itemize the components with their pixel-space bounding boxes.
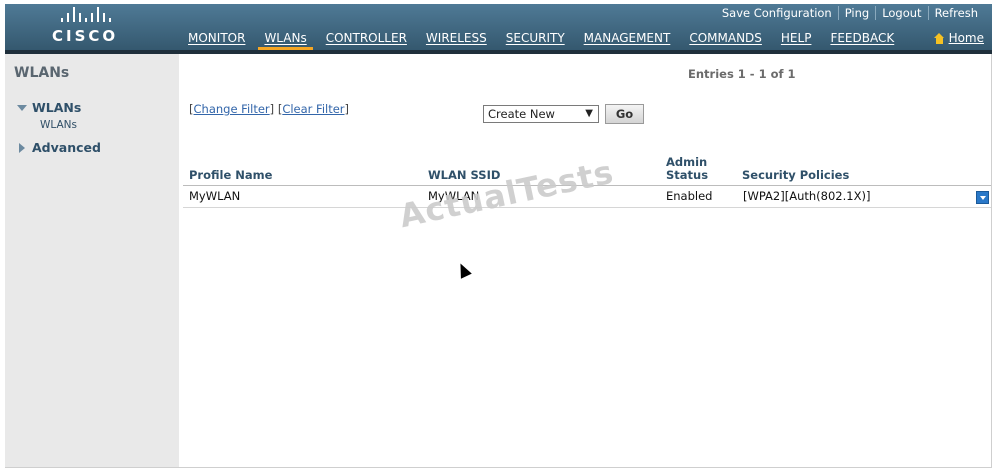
sidebar-title: WLANs — [14, 65, 70, 81]
cisco-bars-icon — [52, 7, 132, 22]
row-dropdown-icon[interactable] — [976, 191, 989, 204]
expand-triangle-icon — [17, 104, 27, 111]
filter-links: [Change Filter] [Clear Filter] — [189, 102, 350, 116]
create-new-select[interactable]: Create New ▼ — [483, 105, 599, 123]
top-links: Save Configuration Ping Logout Refresh — [716, 6, 984, 20]
logo-text: CISCO — [52, 27, 119, 45]
home-link[interactable]: Home — [933, 31, 984, 45]
logout-link[interactable]: Logout — [876, 6, 927, 20]
change-filter-link[interactable]: Change Filter — [194, 102, 270, 116]
frame-border — [5, 467, 992, 468]
mouse-cursor-icon — [455, 260, 472, 279]
entries-count: Entries 1 - 1 of 1 — [688, 67, 796, 81]
home-icon — [933, 32, 945, 44]
cell-admin-status: Enabled — [666, 189, 713, 203]
clear-filter-link[interactable]: Clear Filter — [282, 102, 344, 116]
go-button[interactable]: Go — [605, 104, 644, 124]
nav-help[interactable]: HELP — [781, 31, 812, 50]
nav-wlans[interactable]: WLANs — [258, 31, 313, 50]
ping-link[interactable]: Ping — [839, 6, 875, 20]
nav-commands[interactable]: COMMANDS — [689, 31, 762, 50]
select-value: Create New — [488, 107, 555, 121]
nav-feedback[interactable]: FEEDBACK — [830, 31, 894, 50]
sidebar-item-wlans[interactable]: WLANs — [40, 119, 77, 131]
nav-monitor[interactable]: MONITOR — [188, 31, 245, 50]
collapse-triangle-icon — [19, 142, 25, 153]
sidebar-group-advanced[interactable]: Advanced — [19, 140, 101, 155]
nav-controller[interactable]: CONTROLLER — [326, 31, 407, 50]
home-label: Home — [948, 31, 984, 45]
cell-security-policies: [WPA2][Auth(802.1X)] — [743, 189, 871, 203]
column-status: Status — [666, 168, 709, 182]
main-nav: MONITOR WLANs CONTROLLER WIRELESS SECURI… — [188, 31, 913, 50]
nav-management[interactable]: MANAGEMENT — [584, 31, 671, 50]
table-row-divider — [183, 207, 991, 208]
sidebar-group-wlans[interactable]: WLANs — [17, 100, 81, 115]
watermark: ActualTests — [396, 152, 618, 236]
cisco-logo: CISCO — [52, 7, 132, 47]
cell-profile-name[interactable]: MyWLAN — [189, 189, 240, 203]
dropdown-arrow-icon: ▼ — [585, 108, 593, 119]
sidebar-group-label: WLANs — [32, 100, 82, 115]
column-security-policies: Security Policies — [742, 168, 850, 182]
frame-border — [991, 54, 992, 468]
column-profile-name: Profile Name — [189, 168, 273, 182]
sidebar: WLANs WLANs WLANs Advanced — [5, 54, 179, 468]
nav-security[interactable]: SECURITY — [506, 31, 565, 50]
refresh-link[interactable]: Refresh — [929, 6, 984, 20]
save-configuration-link[interactable]: Save Configuration — [716, 6, 838, 20]
sidebar-advanced-label: Advanced — [32, 140, 101, 155]
nav-wireless[interactable]: WIRELESS — [426, 31, 487, 50]
